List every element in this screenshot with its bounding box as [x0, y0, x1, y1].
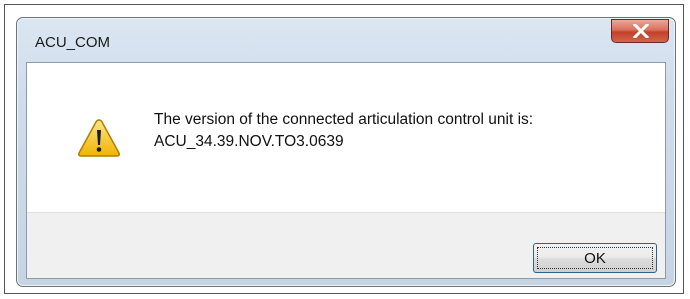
dialog-client-area: The version of the connected articulatio… [26, 62, 666, 279]
close-icon [633, 24, 649, 38]
ok-button-label: OK [537, 247, 653, 269]
ok-button[interactable]: OK [533, 243, 657, 273]
screenshot-page: ACU_COM The version of the connected art… [0, 0, 690, 299]
dialog-title: ACU_COM [35, 34, 111, 51]
button-bar: OK [27, 212, 665, 278]
message-line-1: The version of the connected articulatio… [154, 111, 534, 128]
message-area: The version of the connected articulatio… [27, 63, 665, 212]
close-button[interactable] [611, 19, 669, 43]
message-line-2: ACU_34.39.NOV.TO3.0639 [154, 133, 344, 150]
warning-icon [78, 119, 120, 157]
message-dialog: ACU_COM The version of the connected art… [16, 17, 676, 287]
